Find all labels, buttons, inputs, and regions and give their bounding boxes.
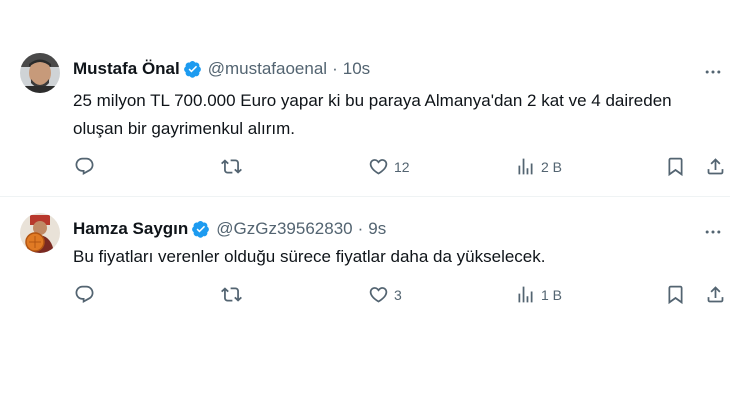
retweet-button[interactable] (221, 284, 247, 305)
bookmark-button[interactable] (665, 156, 686, 177)
views-button[interactable]: 2 B (515, 156, 562, 177)
tweet-header: Hamza Saygın @GzGz39562830 · 9s (73, 219, 386, 239)
retweet-button[interactable] (221, 156, 247, 177)
tweet[interactable]: Mustafa Önal @mustafaoenal · 10s 25 mily… (0, 0, 730, 196)
like-count: 3 (394, 286, 402, 303)
display-name[interactable]: Mustafa Önal (73, 59, 180, 79)
share-button[interactable] (705, 156, 726, 177)
tweet-actions: 3 1 B (0, 284, 730, 308)
like-icon (369, 159, 388, 175)
like-count: 12 (394, 158, 410, 175)
more-icon[interactable] (702, 221, 724, 243)
handle[interactable]: @GzGz39562830 (216, 219, 352, 239)
separator: · (332, 59, 338, 78)
views-icon (518, 158, 533, 175)
share-icon (707, 286, 724, 303)
share-button[interactable] (705, 284, 726, 305)
timestamp[interactable]: 9s (368, 219, 386, 239)
avatar[interactable] (20, 213, 60, 253)
verified-badge-icon (183, 60, 201, 78)
bookmark-icon (668, 285, 683, 305)
reply-icon (75, 157, 94, 175)
reply-button[interactable] (74, 284, 100, 305)
like-icon (369, 287, 388, 303)
handle[interactable]: @mustafaoenal (208, 59, 327, 79)
views-button[interactable]: 1 B (515, 284, 562, 305)
display-name[interactable]: Hamza Saygın (73, 219, 188, 239)
tweet[interactable]: Hamza Saygın @GzGz39562830 · 9s Bu fiyat… (0, 197, 730, 327)
separator: · (357, 219, 364, 238)
share-icon (707, 158, 724, 175)
timestamp[interactable]: 10s (343, 59, 370, 79)
like-button[interactable]: 12 (368, 156, 410, 177)
avatar[interactable] (20, 53, 60, 93)
views-count: 1 B (541, 286, 563, 303)
more-icon[interactable] (702, 61, 724, 83)
retweet-icon (221, 287, 242, 302)
tweet-actions: 12 2 B (0, 156, 730, 180)
views-count: 2 B (541, 158, 563, 175)
like-button[interactable]: 3 (368, 284, 402, 305)
tweet-text: Bu fiyatları verenler olduğu sürece fiya… (73, 247, 546, 266)
bookmark-button[interactable] (665, 284, 686, 305)
tweet-text: 25 milyon TL 700.000 Euro yapar ki bu pa… (73, 91, 672, 138)
reply-icon (75, 285, 94, 303)
bookmark-icon (668, 157, 683, 177)
tweet-header: Mustafa Önal @mustafaoenal · 10s (73, 59, 370, 79)
reply-button[interactable] (74, 156, 100, 177)
views-icon (518, 286, 533, 303)
verified-badge-icon (192, 220, 210, 238)
retweet-icon (221, 159, 242, 174)
